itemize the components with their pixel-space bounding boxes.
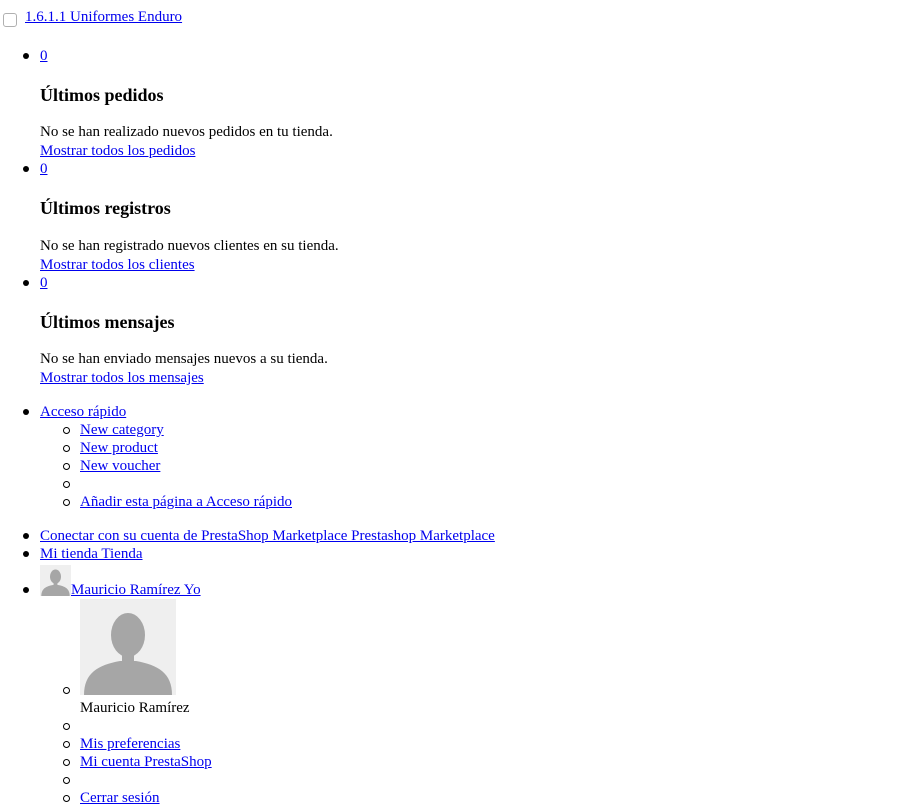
customers-heading: Últimos registros	[40, 198, 171, 218]
show-all-orders-link[interactable]: Mostrar todos los pedidos	[40, 142, 195, 160]
my-preferences-link[interactable]: Mis preferencias	[80, 735, 180, 753]
bullet-icon	[23, 166, 29, 172]
show-all-messages-link[interactable]: Mostrar todos los mensajes	[40, 369, 204, 387]
bullet-icon	[63, 499, 70, 506]
orders-heading: Últimos pedidos	[40, 85, 164, 105]
prestashop-account-link[interactable]: Mi cuenta PrestaShop	[80, 753, 212, 771]
employee-name: Mauricio Ramírez	[80, 700, 190, 716]
checkbox-icon[interactable]	[3, 13, 17, 27]
quick-access-new-product[interactable]: New product	[80, 439, 158, 457]
bullet-icon	[63, 723, 70, 730]
customers-count-link[interactable]: 0	[40, 160, 48, 178]
marketplace-link[interactable]: Conectar con su cuenta de PrestaShop Mar…	[40, 527, 495, 545]
bullet-icon	[63, 777, 70, 784]
bullet-icon	[63, 759, 70, 766]
bullet-icon	[63, 463, 70, 470]
add-page-to-quick-access-link[interactable]: Añadir esta página a Acceso rápido	[80, 493, 292, 511]
bullet-icon	[63, 795, 70, 802]
messages-empty-text: No se han enviado mensajes nuevos a su t…	[40, 351, 328, 367]
bullet-icon	[63, 687, 70, 694]
my-shop-link[interactable]: Mi tienda Tienda	[40, 545, 143, 563]
bullet-icon	[23, 409, 29, 415]
customers-empty-text: No se han registrado nuevos clientes en …	[40, 238, 339, 254]
user-silhouette-icon	[80, 599, 176, 695]
bullet-icon	[23, 53, 29, 59]
messages-count-link[interactable]: 0	[40, 274, 48, 292]
bullet-icon	[63, 741, 70, 748]
show-all-customers-link[interactable]: Mostrar todos los clientes	[40, 256, 195, 274]
quick-access-new-voucher[interactable]: New voucher	[80, 457, 160, 475]
header-bar: 1.6.1.1 Uniformes Enduro	[0, 6, 182, 28]
orders-count-link[interactable]: 0	[40, 47, 48, 65]
orders-empty-text: No se han realizado nuevos pedidos en tu…	[40, 124, 333, 140]
bullet-icon	[23, 280, 29, 286]
bullet-icon	[63, 445, 70, 452]
bullet-icon	[63, 427, 70, 434]
employee-link[interactable]: Mauricio Ramírez Yo	[71, 581, 201, 599]
quick-access-new-category[interactable]: New category	[80, 421, 164, 439]
user-silhouette-icon[interactable]	[40, 565, 71, 596]
bullet-icon	[23, 533, 29, 539]
quick-access-link[interactable]: Acceso rápido	[40, 403, 126, 421]
bullet-icon	[23, 587, 29, 593]
messages-heading: Últimos mensajes	[40, 312, 175, 332]
shop-version-link[interactable]: 1.6.1.1 Uniformes Enduro	[25, 9, 182, 26]
logout-link[interactable]: Cerrar sesión	[80, 789, 160, 807]
admin-page: 1.6.1.1 Uniformes Enduro 0 Últimos pedid…	[0, 0, 913, 812]
bullet-icon	[63, 481, 70, 488]
bullet-icon	[23, 551, 29, 557]
